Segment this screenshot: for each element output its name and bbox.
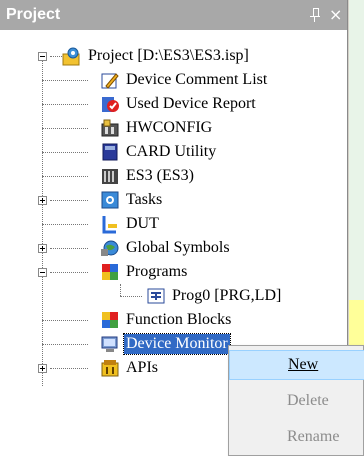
tree-item-label: CARD Utility: [126, 143, 217, 160]
apis-expand-toggle[interactable]: [38, 364, 47, 373]
tree-line: [42, 52, 43, 386]
tree-item-global-symbols[interactable]: Global Symbols: [100, 236, 232, 260]
tree-line: [50, 200, 88, 201]
project-gear-icon: [62, 46, 82, 66]
menu-item-new[interactable]: New: [229, 350, 364, 380]
tree-item-programs[interactable]: Programs: [100, 260, 189, 284]
tree-line: [42, 104, 88, 105]
programs-icon: [100, 262, 120, 282]
tree-line: [42, 224, 88, 225]
tree-item-hwconfig[interactable]: HWCONFIG: [100, 116, 214, 140]
panel-titlebar: Project ×: [0, 0, 347, 30]
apis-icon: [100, 358, 120, 378]
program-icon: [146, 286, 166, 306]
tree-item-device-monitor[interactable]: Device Monitor: [100, 332, 231, 356]
function-blocks-icon: [100, 310, 120, 330]
tree-item-label: ES3 (ES3): [126, 167, 194, 184]
dut-icon: [100, 214, 120, 234]
pencil-list-icon: [100, 70, 120, 90]
tree-line: [50, 272, 88, 273]
tree-line: [50, 248, 88, 249]
menu-item-delete[interactable]: Delete: [229, 386, 364, 416]
tree-item-used-device-report[interactable]: Used Device Report: [100, 92, 258, 116]
programs-collapse-toggle[interactable]: [38, 268, 47, 277]
tree-line: [42, 344, 88, 345]
hardware-icon: [100, 118, 120, 138]
tree-item-label: Global Symbols: [126, 239, 230, 256]
tree-line: [50, 56, 62, 57]
tree-item-label: HWCONFIG: [126, 119, 213, 136]
tree-item-label: Tasks: [126, 191, 163, 208]
tree-item-function-blocks[interactable]: Function Blocks: [100, 308, 233, 332]
tree-line: [120, 284, 121, 296]
global-symbols-expand-toggle[interactable]: [38, 244, 47, 253]
tree-item-apis[interactable]: APIs: [100, 356, 160, 380]
close-icon[interactable]: ×: [329, 5, 342, 24]
tree-item-es3[interactable]: ES3 (ES3): [100, 164, 196, 188]
tree-item-label: Function Blocks: [126, 311, 232, 328]
tree-item-prog0[interactable]: Prog0 [PRG,LD]: [146, 284, 283, 308]
tree-item-device-comment-list[interactable]: Device Comment List: [100, 68, 269, 92]
tree-item-dut[interactable]: DUT: [100, 212, 161, 236]
tree-line: [42, 320, 88, 321]
panel-title: Project: [6, 6, 61, 23]
tree-item-label: Device Comment List: [126, 71, 268, 88]
pin-stem: [314, 17, 315, 22]
tree-line: [120, 296, 142, 297]
tasks-expand-toggle[interactable]: [38, 196, 47, 205]
report-icon: [100, 94, 120, 114]
menu-item-rename[interactable]: Rename: [229, 422, 364, 452]
tree-item-label: APIs: [126, 359, 159, 376]
tree-line: [42, 80, 88, 81]
menu-item-label: Rename: [287, 428, 340, 445]
context-menu: New Delete Rename: [228, 345, 364, 456]
tree-item-label: DUT: [126, 215, 159, 232]
globe-icon: [100, 238, 120, 258]
tree-root-label: Project [D:\ES3\ES3.isp]: [88, 47, 249, 64]
tree-item-label: Programs: [126, 263, 188, 280]
tree-line: [50, 368, 88, 369]
card-icon: [100, 142, 120, 162]
tasks-icon: [100, 190, 120, 210]
root-collapse-toggle[interactable]: [38, 52, 47, 61]
tree-item-tasks[interactable]: Tasks: [100, 188, 164, 212]
tree-line: [42, 152, 88, 153]
menu-item-label: Delete: [287, 392, 329, 409]
tree-line: [42, 128, 88, 129]
tree-item-card-utility[interactable]: CARD Utility: [100, 140, 218, 164]
device-monitor-icon: [100, 334, 120, 354]
tree-line: [42, 176, 88, 177]
tree-item-label: Used Device Report: [126, 95, 256, 112]
tree-root[interactable]: Project [D:\ES3\ES3.isp]: [62, 44, 251, 68]
pin-icon[interactable]: [310, 8, 320, 22]
menu-item-label: New: [288, 356, 319, 373]
tree-item-label: Prog0 [PRG,LD]: [172, 287, 282, 304]
plc-icon: [100, 166, 120, 186]
tree-item-label: Device Monitor: [123, 333, 231, 355]
